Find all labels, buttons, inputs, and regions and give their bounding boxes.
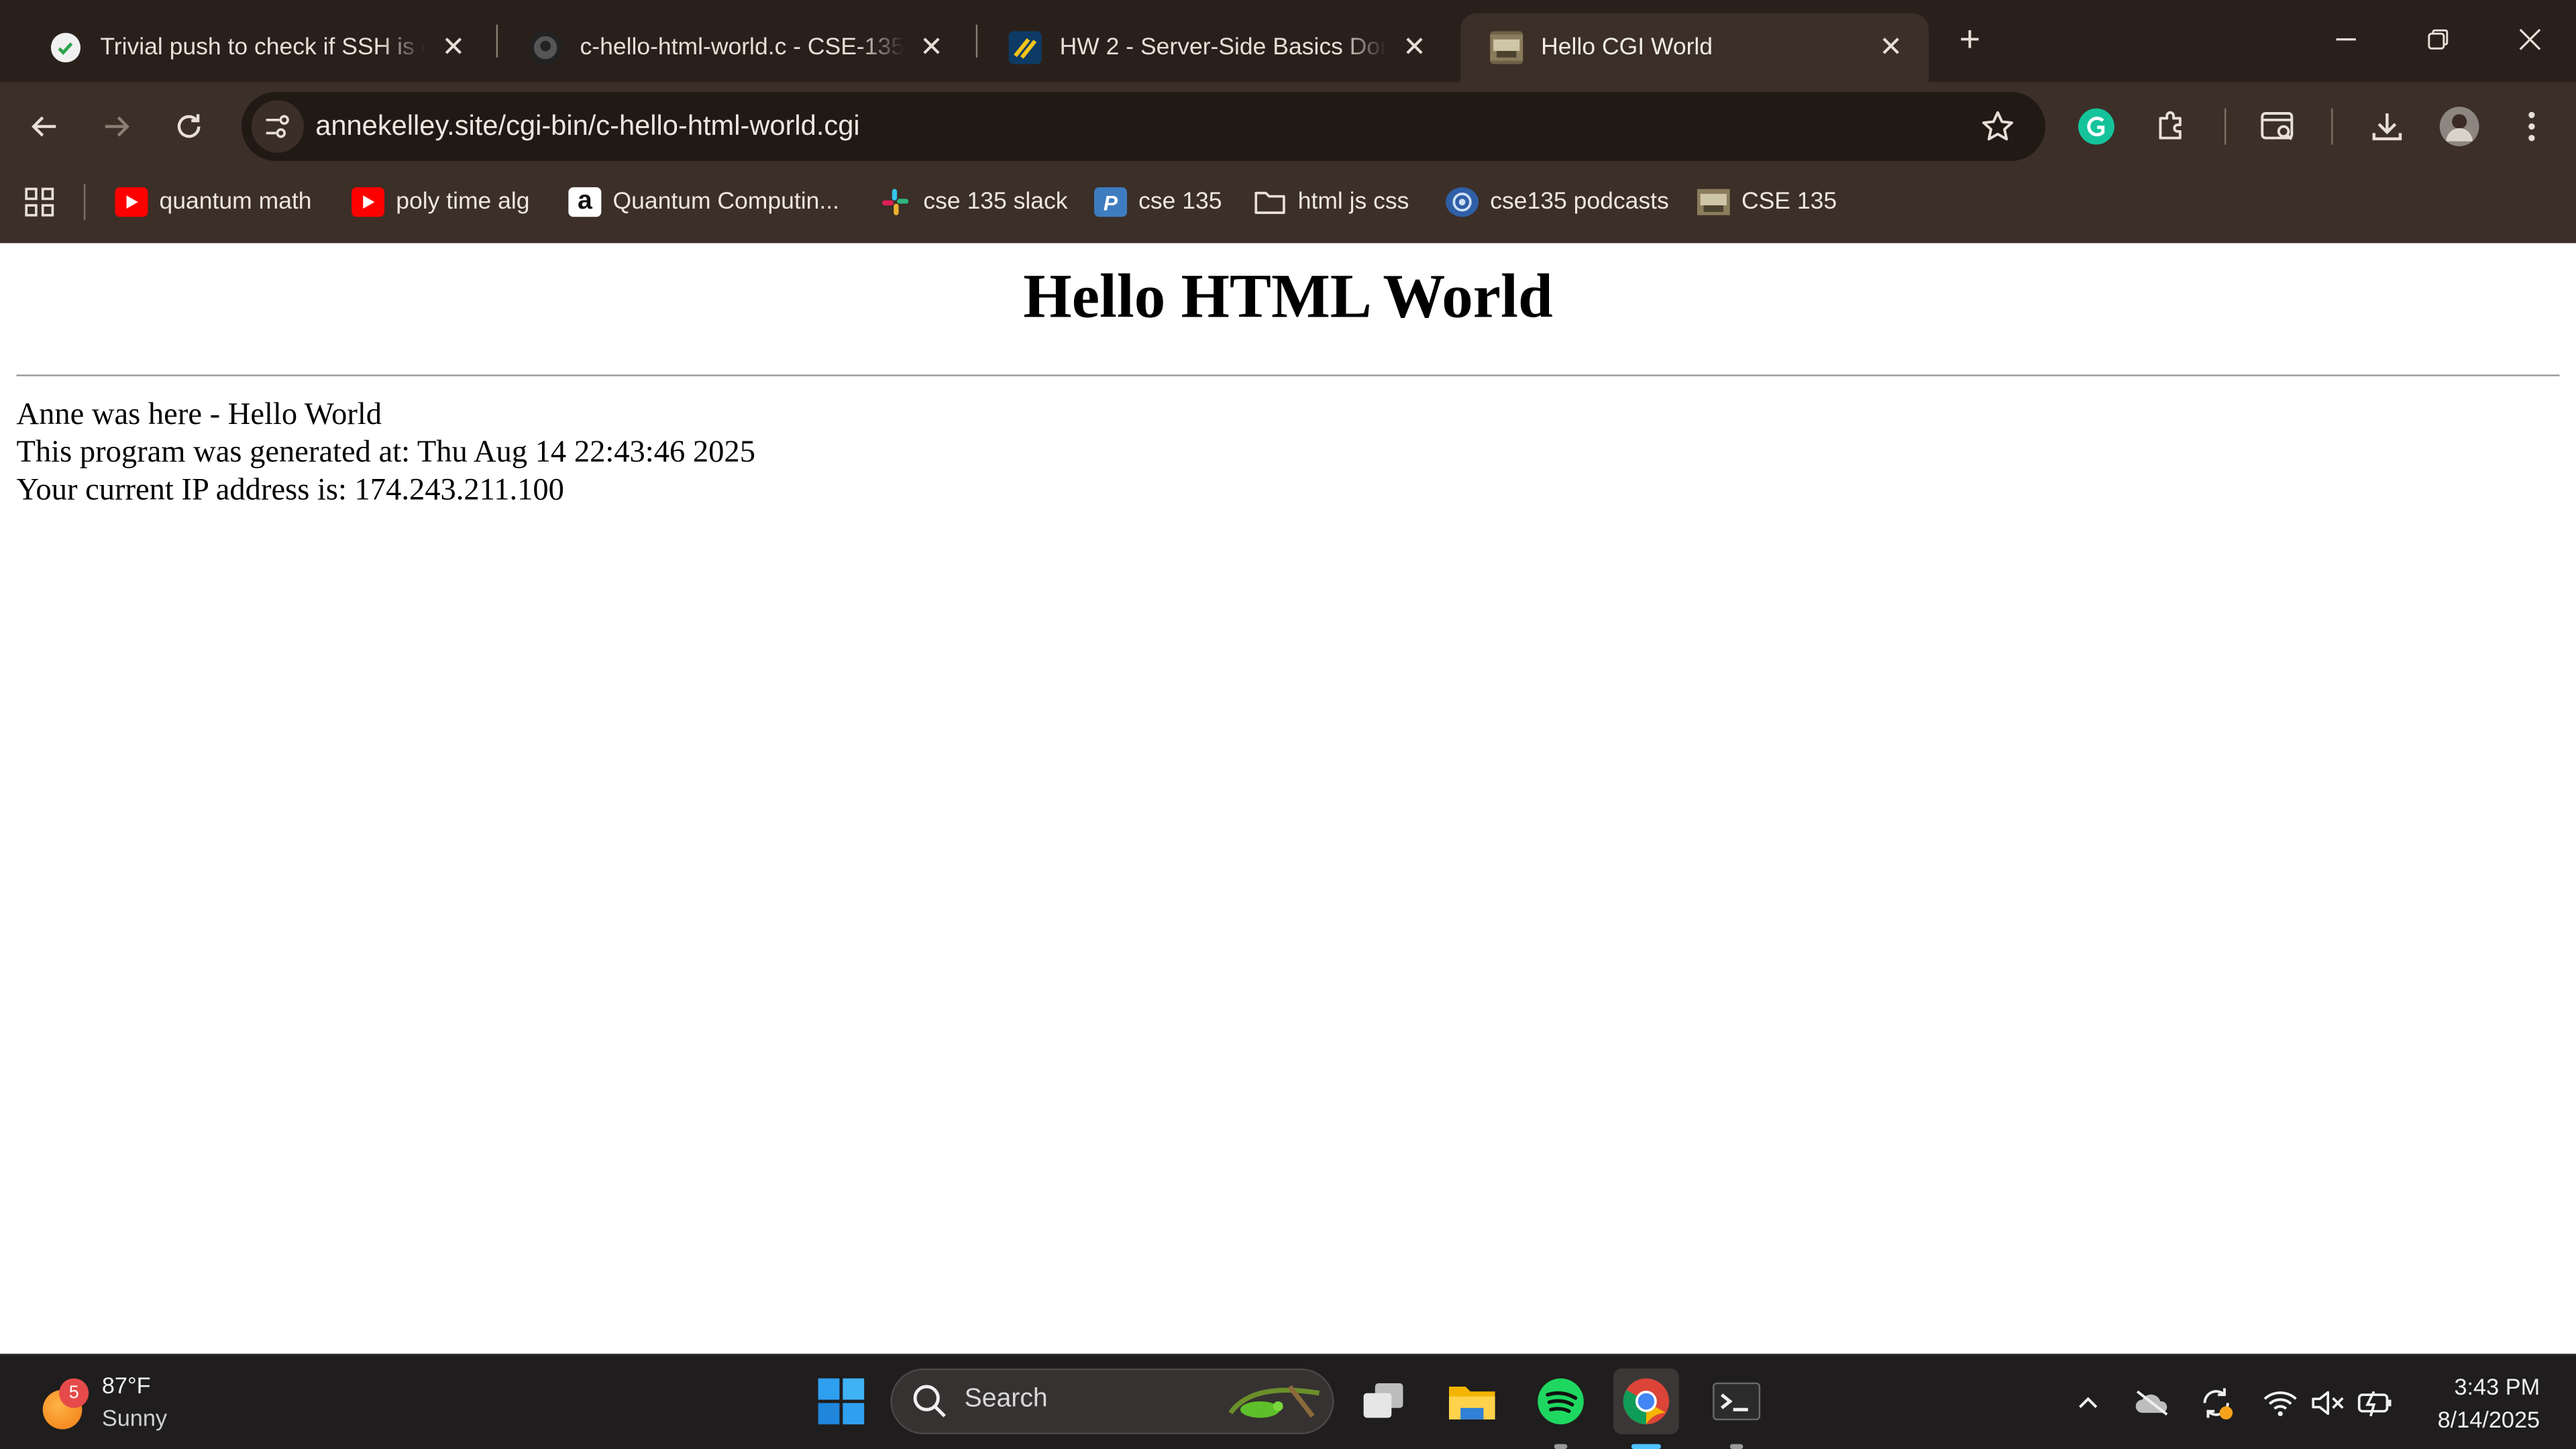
folder-icon <box>1254 187 1287 217</box>
active-indicator <box>1631 1444 1661 1449</box>
sync-icon[interactable] <box>2196 1383 2236 1423</box>
tab-search-icon[interactable] <box>2257 105 2300 148</box>
search-icon <box>912 1383 948 1428</box>
address-bar[interactable]: annekelley.site/cgi-bin/c-hello-html-wor… <box>241 92 2046 162</box>
tab-title: Hello CGI World <box>1541 34 1713 61</box>
youtube-icon <box>115 187 148 217</box>
greeting-line: Anne was here - Hello World <box>16 397 382 433</box>
new-tab-icon[interactable]: + <box>1949 16 1992 62</box>
tab-github-file[interactable]: c-hello-html-world.c - CSE-135- ✕ <box>499 13 969 83</box>
tab-strip: Trivial push to check if SSH is co ✕ c-h… <box>0 0 2576 83</box>
grammarly-icon[interactable] <box>2075 105 2118 148</box>
bookmark-poly-time-alg[interactable]: poly time alg <box>352 180 530 223</box>
close-window-icon[interactable] <box>2497 15 2563 67</box>
amazon-icon: a <box>568 187 602 217</box>
clock-time: 3:43 PM <box>2454 1373 2540 1400</box>
tab-github-commit[interactable]: Trivial push to check if SSH is co ✕ <box>19 13 491 83</box>
apps-icon[interactable] <box>23 180 56 223</box>
bookmark-divider <box>83 184 86 221</box>
weather-widget[interactable]: 5 87°F Sunny <box>40 1371 187 1438</box>
wifi-icon[interactable] <box>2261 1383 2300 1423</box>
profile-avatar-icon[interactable] <box>2438 105 2481 148</box>
spotify-icon[interactable] <box>1528 1368 1594 1449</box>
tab-hello-cgi[interactable]: Hello CGI World ✕ <box>1460 13 1929 83</box>
toolbar-divider <box>2331 108 2333 145</box>
weather-badge: 5 <box>59 1378 89 1408</box>
close-icon[interactable]: ✕ <box>1876 32 1906 64</box>
close-icon[interactable]: ✕ <box>1400 32 1430 64</box>
tab-divider <box>975 24 978 58</box>
terminal-icon[interactable] <box>1704 1368 1770 1449</box>
bookmark-html-js-css[interactable]: html js css <box>1254 180 1409 223</box>
youtube-icon <box>352 187 385 217</box>
toolbar-divider <box>2224 108 2226 145</box>
back-icon[interactable] <box>18 100 70 152</box>
github-check-icon <box>49 32 82 64</box>
tab-title: Trivial push to check if SSH is co <box>100 34 426 61</box>
battery-charging-icon[interactable] <box>2356 1383 2396 1423</box>
windows-start-icon[interactable] <box>808 1368 874 1434</box>
page-content: Hello HTML World Anne was here - Hello W… <box>0 243 2576 1354</box>
clock[interactable]: 3:43 PM 8/14/2025 <box>2438 1370 2540 1436</box>
file-explorer-icon[interactable] <box>1439 1368 1505 1434</box>
site-icon <box>1490 31 1523 64</box>
course-icon <box>1008 31 1042 64</box>
bookmark-cse135[interactable]: P cse 135 <box>1094 180 1222 223</box>
close-icon[interactable]: ✕ <box>439 32 468 64</box>
forward-icon[interactable] <box>91 100 143 152</box>
horizontal-rule <box>16 374 2560 376</box>
url-text: annekelley.site/cgi-bin/c-hello-html-wor… <box>315 110 860 142</box>
page-heading: Hello HTML World <box>1023 262 1553 332</box>
taskbar-search[interactable]: Search <box>890 1368 1334 1434</box>
close-icon[interactable]: ✕ <box>917 32 947 64</box>
running-indicator <box>1554 1444 1568 1449</box>
bookmark-label: html js css <box>1297 189 1409 215</box>
bookmark-label: poly time alg <box>396 189 530 215</box>
onedrive-offline-icon[interactable] <box>2133 1383 2172 1423</box>
slack-icon <box>879 187 912 217</box>
extensions-icon[interactable] <box>2151 105 2194 148</box>
site-icon <box>1697 187 1730 217</box>
menu-icon[interactable] <box>2510 105 2553 148</box>
tab-title: HW 2 - Server-Side Basics Done <box>1059 34 1387 61</box>
bookmark-cse-135-site[interactable]: CSE 135 <box>1697 180 1837 223</box>
podcast-icon <box>1446 187 1479 217</box>
tab-divider <box>496 24 498 58</box>
download-icon[interactable] <box>2366 105 2409 148</box>
browser-chrome: Trivial push to check if SSH is co ✕ c-h… <box>0 0 2576 244</box>
p-icon: P <box>1094 187 1128 217</box>
site-info-icon[interactable] <box>251 100 305 153</box>
taskbar: 5 87°F Sunny Search 3:43 PM 8/14/2025 <box>0 1353 2576 1449</box>
bookmark-cse135-slack[interactable]: cse 135 slack <box>879 180 1068 223</box>
bookmark-label: cse 135 slack <box>923 189 1068 215</box>
search-highlight-icon <box>1224 1373 1326 1440</box>
minimize-icon[interactable] <box>2313 15 2379 67</box>
chevron-up-icon[interactable] <box>2068 1383 2108 1423</box>
search-placeholder: Search <box>964 1385 1048 1413</box>
generated-at-line: This program was generated at: Thu Aug 1… <box>16 435 755 470</box>
reload-icon[interactable] <box>162 100 215 152</box>
tab-hw2[interactable]: HW 2 - Server-Side Basics Done ✕ <box>979 13 1452 83</box>
running-indicator <box>1729 1444 1743 1449</box>
clock-date: 8/14/2025 <box>2437 1406 2540 1433</box>
restore-icon[interactable] <box>2405 15 2471 67</box>
tab-title: c-hello-html-world.c - CSE-135- <box>580 34 904 61</box>
chrome-icon[interactable] <box>1613 1368 1679 1449</box>
bookmark-label: cse135 podcasts <box>1490 189 1669 215</box>
bookmark-quantum-computing[interactable]: a Quantum Computin... <box>568 180 839 223</box>
bookmark-label: CSE 135 <box>1741 189 1837 215</box>
bookmark-label: quantum math <box>159 189 312 215</box>
bookmark-label: Quantum Computin... <box>612 189 840 215</box>
star-icon[interactable] <box>1980 109 2016 145</box>
weather-temp: 87°F <box>101 1371 151 1399</box>
volume-muted-icon[interactable] <box>2308 1383 2348 1423</box>
bookmark-cse135-podcasts[interactable]: cse135 podcasts <box>1446 180 1669 223</box>
bookmark-label: cse 135 <box>1138 189 1222 215</box>
github-icon <box>529 31 562 64</box>
task-view-icon[interactable] <box>1350 1368 1416 1434</box>
weather-condition: Sunny <box>101 1404 168 1432</box>
ip-address-line: Your current IP address is: 174.243.211.… <box>16 473 564 508</box>
bookmark-quantum-math[interactable]: quantum math <box>115 180 312 223</box>
